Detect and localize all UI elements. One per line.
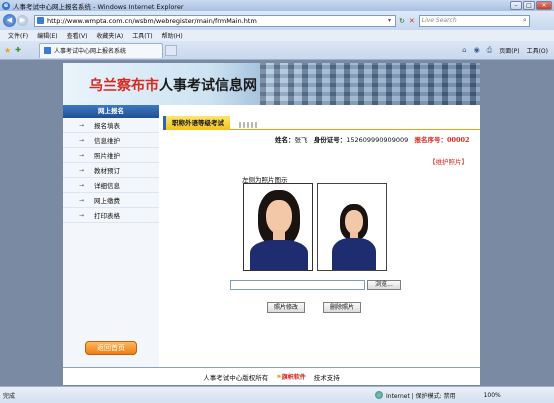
close-button[interactable]: ✕ — [536, 1, 552, 10]
exam-tab-header: 职称外语等级考试 — [163, 116, 480, 130]
back-home-button[interactable]: 返回首页 — [85, 341, 137, 355]
browser-content: 乌兰察布市人事考试信息网 网上报名 → 报名填表 → 信息维护 → 照片维护 → 教材预… — [0, 60, 554, 386]
nav-item-label: 教材预订 — [94, 167, 121, 175]
vendor-logo-text: 旗帜软件 — [281, 374, 306, 381]
forward-button[interactable]: ▶ — [17, 15, 28, 26]
globe-icon — [375, 391, 383, 399]
decorative-dots — [239, 122, 259, 128]
page-footer: 人事考试中心版权所有 ⚑旗帜软件 技术支持 — [63, 367, 480, 385]
delete-photo-button[interactable]: 删除照片 — [323, 302, 361, 313]
window-title: 人事考试中心网上报名系统 - Windows Internet Explorer — [13, 2, 184, 11]
arrow-icon: → — [79, 151, 85, 159]
copyright-text: 人事考试中心版权所有 — [203, 373, 269, 382]
print-icon[interactable]: ⎙ — [487, 46, 493, 55]
browser-tab[interactable]: 人事考试中心网上报名系统 — [39, 42, 164, 58]
photo-preview-large — [243, 183, 313, 271]
zone-text: Internet | 保护模式: 禁用 — [386, 392, 456, 400]
arrow-icon: → — [79, 211, 85, 219]
modify-photo-button[interactable]: 照片修改 — [267, 302, 305, 313]
tab-page-icon — [44, 47, 52, 54]
arrow-icon: → — [79, 136, 85, 144]
reg-label: 报名序号： — [414, 136, 447, 144]
new-tab-button[interactable] — [165, 44, 178, 56]
nav-item-label: 照片维护 — [94, 152, 121, 160]
nav-item-online-payment[interactable]: → 网上缴费 — [63, 193, 159, 208]
feeds-icon[interactable]: ◉ — [474, 46, 480, 54]
search-icon[interactable]: ⌕ — [523, 16, 527, 25]
web-page: 乌兰察布市人事考试信息网 网上报名 → 报名填表 → 信息维护 → 照片维护 → 教材预… — [63, 63, 480, 385]
address-bar[interactable]: http://www.wmpta.com.cn/wsbm/webregister… — [34, 14, 396, 27]
tools-menu[interactable]: 工具(O) — [527, 46, 548, 55]
menu-edit[interactable]: 编辑(E) — [37, 31, 57, 40]
arrow-icon: → — [79, 121, 85, 129]
nav-item-label: 详细信息 — [94, 182, 121, 190]
main-panel: 职称外语等级考试 姓名：张飞 身份证号：152609990909009 报名序号… — [163, 105, 480, 367]
tab-bar: ★ ✚ 人事考试中心网上报名系统 ⌂ ◉ ⎙ 页面(P) 工具(O) — [0, 41, 554, 60]
left-nav-header: 网上报名 — [63, 105, 159, 118]
arrow-icon: → — [79, 181, 85, 189]
id-value: 152609990909009 — [346, 136, 409, 144]
photo-file-input[interactable] — [230, 280, 365, 290]
favorites-star-icon[interactable]: ★ — [4, 46, 11, 55]
nav-item-label: 网上缴费 — [94, 197, 121, 205]
minimize-button[interactable]: – — [510, 1, 522, 10]
tech-support-text: 技术支持 — [313, 373, 340, 382]
nav-item-print-form[interactable]: → 打印表格 — [63, 208, 159, 223]
banner-photo — [260, 63, 480, 105]
command-bar: ⌂ ◉ ⎙ 页面(P) 工具(O) — [462, 46, 548, 55]
name-value: 张飞 — [294, 136, 308, 144]
nav-item-details[interactable]: → 详细信息 — [63, 178, 159, 193]
nav-item-label: 报名填表 — [94, 122, 121, 130]
menu-file[interactable]: 文件(F) — [8, 31, 28, 40]
home-icon[interactable]: ⌂ — [462, 46, 466, 54]
exam-tab-label[interactable]: 职称外语等级考试 — [163, 116, 230, 130]
nav-item-label: 信息维护 — [94, 137, 121, 145]
reg-value: 00002 — [446, 136, 470, 144]
arrow-icon: → — [79, 196, 85, 204]
browse-button[interactable]: 浏览... — [367, 280, 401, 290]
dropdown-arrow-icon[interactable]: ▾ — [388, 17, 391, 24]
left-nav: 网上报名 → 报名填表 → 信息维护 → 照片维护 → 教材预订 → 详细信息 → 网上缴费… — [63, 105, 159, 367]
menu-favorites[interactable]: 收藏夹(A) — [96, 31, 123, 40]
arrow-icon: → — [79, 166, 85, 174]
nav-item-photo-maintain[interactable]: → 照片维护 — [63, 148, 159, 163]
ie-logo-icon: e — [2, 1, 10, 10]
photo-preview-small — [317, 183, 387, 271]
id-label: 身份证号： — [313, 136, 347, 144]
page-icon — [37, 17, 44, 24]
menu-tools[interactable]: 工具(T) — [132, 31, 152, 40]
candidate-info: 姓名：张飞 身份证号：152609990909009 报名序号：00002 — [275, 134, 470, 144]
site-title-red: 乌兰察布市 — [89, 78, 159, 94]
stop-icon[interactable]: ✕ — [409, 17, 415, 25]
address-url[interactable]: http://www.wmpta.com.cn/wsbm/webregister… — [47, 17, 388, 25]
back-button[interactable]: ◀ — [3, 14, 16, 27]
add-favorites-icon[interactable]: ✚ — [15, 46, 21, 54]
nav-item-label: 打印表格 — [94, 212, 121, 220]
menu-bar: 文件(F) 编辑(E) 查看(V) 收藏夹(A) 工具(T) 帮助(H) — [0, 30, 554, 41]
window-title-bar: e 人事考试中心网上报名系统 - Windows Internet Explor… — [0, 0, 554, 11]
maximize-button[interactable]: □ — [523, 1, 535, 10]
name-label: 姓名： — [275, 136, 295, 144]
zoom-level[interactable]: 100% — [484, 392, 501, 399]
refresh-icon[interactable]: ↻ — [399, 17, 405, 25]
page-menu[interactable]: 页面(P) — [499, 46, 519, 55]
search-input[interactable]: Live Search — [422, 17, 523, 24]
site-title: 乌兰察布市人事考试信息网 — [89, 75, 257, 95]
nav-item-fill-form[interactable]: → 报名填表 — [63, 118, 159, 133]
site-banner: 乌兰察布市人事考试信息网 — [63, 63, 480, 105]
maintain-photo-link[interactable]: 【维护照片】 — [429, 156, 468, 166]
security-zone[interactable]: Internet | 保护模式: 禁用 — [375, 391, 456, 400]
menu-view[interactable]: 查看(V) — [67, 31, 88, 40]
tab-label: 人事考试中心网上报名系统 — [54, 48, 127, 55]
menu-help[interactable]: 帮助(H) — [162, 31, 183, 40]
status-text: 完成 — [3, 392, 16, 400]
address-toolbar: ◀ ▶ http://www.wmpta.com.cn/wsbm/webregi… — [0, 11, 554, 30]
status-bar: 完成 Internet | 保护模式: 禁用 100% — [0, 386, 554, 403]
search-box[interactable]: Live Search ⌕ — [418, 14, 530, 27]
nav-item-info-maintain[interactable]: → 信息维护 — [63, 133, 159, 148]
vendor-logo: ⚑旗帜软件 — [276, 372, 305, 381]
nav-item-textbook-order[interactable]: → 教材预订 — [63, 163, 159, 178]
site-title-black: 人事考试信息网 — [159, 78, 257, 94]
